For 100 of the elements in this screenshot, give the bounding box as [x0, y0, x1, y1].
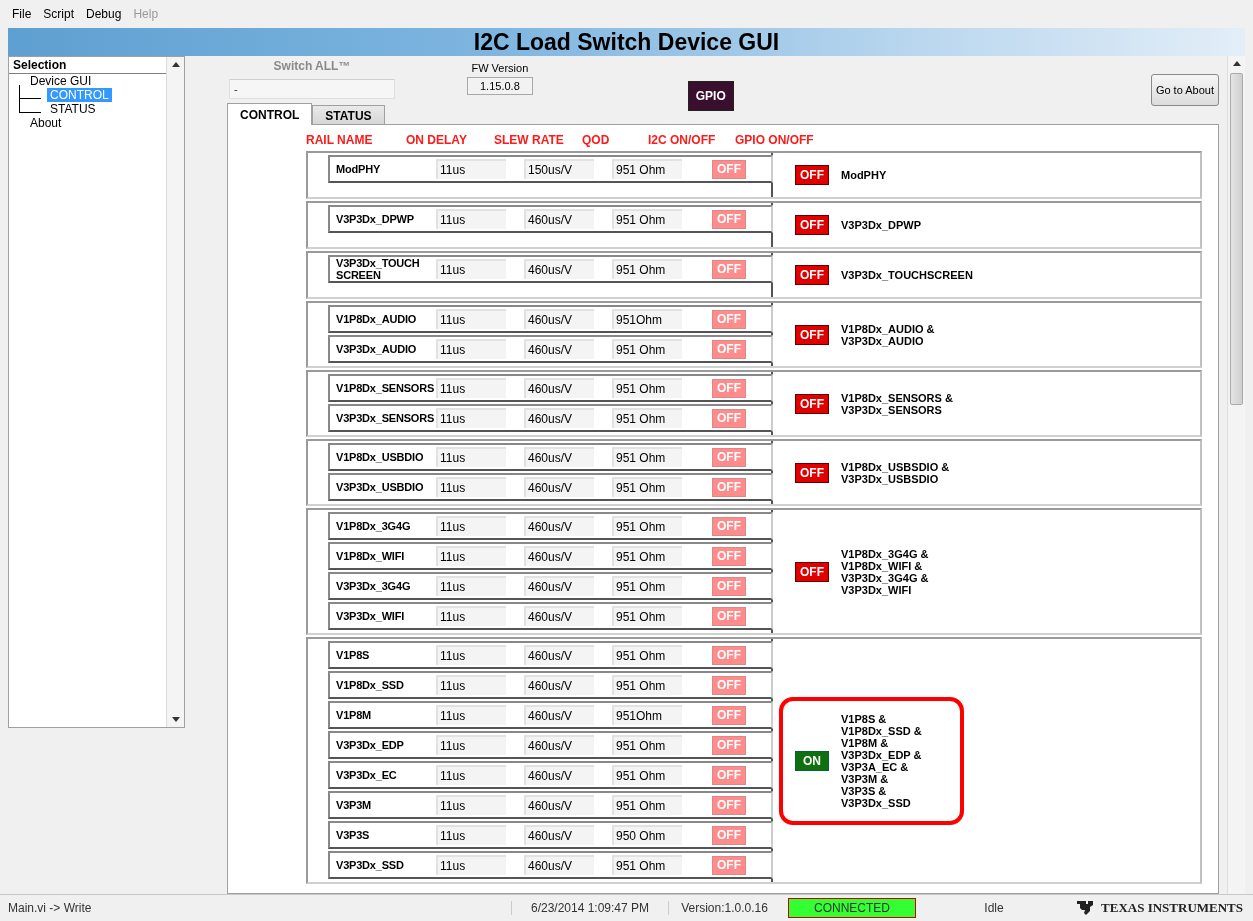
slew-rate-field[interactable]: 460us/V	[524, 477, 594, 497]
on-delay-field[interactable]: 11us	[436, 477, 506, 497]
menu-item[interactable]: File	[8, 7, 36, 21]
scroll-up-icon[interactable]	[1232, 61, 1241, 66]
slew-rate-field[interactable]: 460us/V	[524, 209, 594, 229]
qod-field[interactable]: 951 Ohm	[612, 378, 682, 398]
on-delay-field[interactable]: 11us	[436, 645, 506, 665]
on-delay-field[interactable]: 11us	[436, 795, 506, 815]
on-delay-field[interactable]: 11us	[436, 606, 506, 626]
rail-name: V1P8Dx_AUDIO	[335, 313, 418, 325]
on-delay-field[interactable]: 11us	[436, 546, 506, 566]
on-delay-field[interactable]: 11us	[436, 576, 506, 596]
qod-field[interactable]: 951 Ohm	[612, 408, 682, 428]
tree-item[interactable]: Device GUI	[27, 74, 95, 88]
qod-field[interactable]: 951 Ohm	[612, 159, 682, 179]
gpio-toggle[interactable]: OFF	[795, 462, 829, 483]
on-delay-field[interactable]: 11us	[436, 735, 506, 755]
menu-item[interactable]: Script	[39, 7, 79, 21]
status-version: Version:1.0.0.16	[668, 901, 780, 915]
qod-field[interactable]: 951 Ohm	[612, 546, 682, 566]
tab[interactable]: STATUS	[312, 105, 385, 124]
on-delay-field[interactable]: 11us	[436, 159, 506, 179]
slew-rate-field[interactable]: 460us/V	[524, 606, 594, 626]
rail-name: V3P3Dx_AUDIO	[335, 343, 418, 355]
on-delay-field[interactable]: 11us	[436, 825, 506, 845]
scroll-down-icon[interactable]	[171, 717, 180, 722]
qod-field[interactable]: 951 Ohm	[612, 516, 682, 536]
qod-field[interactable]: 951 Ohm	[612, 645, 682, 665]
slew-rate-field[interactable]: 460us/V	[524, 546, 594, 566]
slew-rate-field[interactable]: 460us/V	[524, 447, 594, 467]
slew-rate-field[interactable]: 460us/V	[524, 825, 594, 845]
on-delay-field[interactable]: 11us	[436, 675, 506, 695]
rail-name: V3P3Dx_USBDIO	[335, 481, 425, 493]
tree-item[interactable]: About	[27, 116, 65, 130]
qod-field[interactable]: 951Ohm	[612, 705, 682, 725]
gpio-toggle[interactable]: OFF	[795, 265, 829, 285]
gpio-caption: ModPHY	[841, 169, 887, 181]
qod-field[interactable]: 951 Ohm	[612, 795, 682, 815]
slew-rate-field[interactable]: 460us/V	[524, 675, 594, 695]
slew-rate-field[interactable]: 460us/V	[524, 705, 594, 725]
on-delay-field[interactable]: 11us	[436, 209, 506, 229]
on-delay-field[interactable]: 11us	[436, 855, 506, 875]
scroll-up-icon[interactable]	[171, 62, 180, 67]
gpio-toggle[interactable]: OFF	[795, 215, 829, 235]
qod-field[interactable]: 951 Ohm	[612, 447, 682, 467]
qod-field[interactable]: 951 Ohm	[612, 259, 682, 279]
qod-field[interactable]: 951 Ohm	[612, 606, 682, 626]
slew-rate-field[interactable]: 460us/V	[524, 259, 594, 279]
scroll-thumb[interactable]	[1230, 73, 1243, 405]
slew-rate-field[interactable]: 460us/V	[524, 645, 594, 665]
rail-name: V1P8S	[335, 649, 371, 661]
gpio-toggle[interactable]: OFF	[795, 165, 829, 185]
gpio-toggle[interactable]: OFF	[795, 393, 829, 414]
on-delay-field[interactable]: 11us	[436, 516, 506, 536]
gpio-caption: V3P3Dx_DPWP	[841, 219, 922, 231]
slew-rate-field[interactable]: 460us/V	[524, 795, 594, 815]
on-delay-field[interactable]: 11us	[436, 378, 506, 398]
qod-field[interactable]: 950 Ohm	[612, 825, 682, 845]
slew-rate-field[interactable]: 460us/V	[524, 576, 594, 596]
connection-indicator: CONNECTED	[788, 898, 916, 918]
slew-rate-field[interactable]: 150us/V	[524, 159, 594, 179]
slew-rate-field[interactable]: 460us/V	[524, 378, 594, 398]
column-header: RAIL NAME	[306, 133, 374, 147]
fw-version-value: 1.15.0.8	[467, 77, 533, 95]
slew-rate-field[interactable]: 460us/V	[524, 765, 594, 785]
on-delay-field[interactable]: 11us	[436, 408, 506, 428]
slew-rate-field[interactable]: 460us/V	[524, 408, 594, 428]
on-delay-field[interactable]: 11us	[436, 309, 506, 329]
gpio-caption: V1P8Dx_SENSORS & V3P3Dx_SENSORS	[841, 391, 953, 416]
slew-rate-field[interactable]: 460us/V	[524, 516, 594, 536]
slew-rate-field[interactable]: 460us/V	[524, 855, 594, 875]
qod-field[interactable]: 951 Ohm	[612, 855, 682, 875]
on-delay-field[interactable]: 11us	[436, 259, 506, 279]
qod-field[interactable]: 951Ohm	[612, 309, 682, 329]
scrollbar[interactable]	[166, 57, 184, 727]
on-delay-field[interactable]: 11us	[436, 339, 506, 359]
gpio-toggle[interactable]: OFF	[795, 561, 829, 582]
gpio-toggle[interactable]: ON	[795, 750, 829, 771]
gpio-button[interactable]: GPIO	[687, 81, 734, 111]
slew-rate-field[interactable]: 460us/V	[524, 309, 594, 329]
qod-field[interactable]: 951 Ohm	[612, 675, 682, 695]
scrollbar[interactable]	[1227, 56, 1245, 894]
qod-field[interactable]: 951 Ohm	[612, 477, 682, 497]
about-button[interactable]: Go to About	[1150, 74, 1219, 106]
status-path: Main.vi -> Write	[7, 901, 93, 915]
slew-rate-field[interactable]: 460us/V	[524, 339, 594, 359]
slew-rate-field[interactable]: 460us/V	[524, 735, 594, 755]
qod-field[interactable]: 951 Ohm	[612, 209, 682, 229]
on-delay-field[interactable]: 11us	[436, 765, 506, 785]
qod-field[interactable]: 951 Ohm	[612, 735, 682, 755]
on-delay-field[interactable]: 11us	[436, 705, 506, 725]
qod-field[interactable]: 951 Ohm	[612, 765, 682, 785]
menu-item[interactable]: Debug	[82, 7, 126, 21]
qod-field[interactable]: 951 Ohm	[612, 339, 682, 359]
tab[interactable]: CONTROL	[227, 103, 313, 125]
gpio-toggle[interactable]: OFF	[795, 324, 829, 345]
rail-name: V1P8Dx_SSD	[335, 679, 405, 691]
on-delay-field[interactable]: 11us	[436, 447, 506, 467]
qod-field[interactable]: 951 Ohm	[612, 576, 682, 596]
tree-item[interactable]: STATUS	[47, 102, 99, 116]
